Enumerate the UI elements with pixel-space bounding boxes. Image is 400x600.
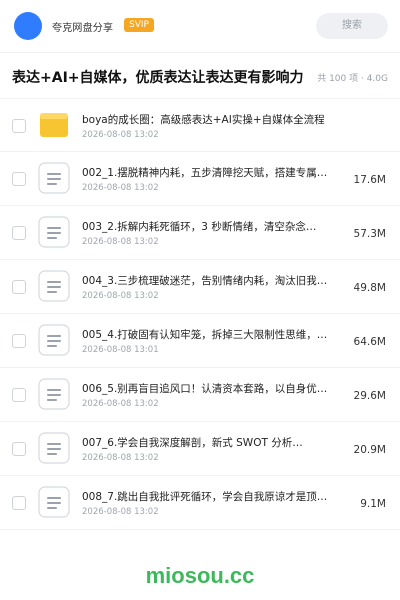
folder-icon — [38, 109, 70, 141]
share-title: 表达+AI+自媒体，优质表达让表达更有影响力 — [12, 70, 304, 86]
list-item[interactable]: 006_5.别再盲目追风口！认清资本套路，以自身优… 2026-08-08 13:… — [0, 368, 400, 422]
file-name[interactable]: 006_5.别再盲目追风口！认清资本套路，以自身优… — [82, 381, 340, 396]
list-item[interactable]: boya的成长圈：高级感表达+AI实操+自媒体全流程 2026-08-08 13:… — [0, 98, 400, 152]
svip-badge[interactable]: SVIP — [124, 18, 154, 32]
file-name[interactable]: boya的成长圈：高级感表达+AI实操+自媒体全流程 — [82, 112, 340, 127]
file-size: 57.3M — [353, 228, 386, 240]
file-size: 17.6M — [353, 174, 386, 186]
document-icon — [38, 378, 70, 410]
list-item[interactable]: 005_4.打破固有认知牢笼，拆掉三大限制性思维，… 2026-08-08 13:… — [0, 314, 400, 368]
file-name[interactable]: 007_6.学会自我深度解剖，新式 SWOT 分析… — [82, 435, 340, 450]
file-name[interactable]: 008_7.跳出自我批评死循环，学会自我原谅才是顶… — [82, 489, 340, 504]
row-checkbox[interactable] — [12, 280, 26, 294]
document-icon — [38, 162, 70, 194]
file-size: 20.9M — [353, 444, 386, 456]
document-icon — [38, 432, 70, 464]
file-date: 2026-08-08 13:02 — [82, 183, 159, 193]
list-item[interactable]: 004_3.三步梳理破迷茫，告别情绪内耗，淘汰旧我… 2026-08-08 13:… — [0, 260, 400, 314]
file-size: 64.6M — [353, 336, 386, 348]
share-header: 表达+AI+自媒体，优质表达让表达更有影响力 共 100 项 · 4.0G — [0, 52, 400, 98]
file-size: 9.1M — [360, 498, 386, 510]
file-date: 2026-08-08 13:02 — [82, 453, 159, 463]
document-icon — [38, 216, 70, 248]
row-checkbox[interactable] — [12, 496, 26, 510]
row-checkbox[interactable] — [12, 442, 26, 456]
document-icon — [38, 486, 70, 518]
file-size: 29.6M — [353, 390, 386, 402]
file-name[interactable]: 004_3.三步梳理破迷茫，告别情绪内耗，淘汰旧我… — [82, 273, 340, 288]
avatar[interactable] — [14, 12, 42, 40]
document-icon — [38, 324, 70, 356]
row-checkbox[interactable] — [12, 334, 26, 348]
file-list: boya的成长圈：高级感表达+AI实操+自媒体全流程 2026-08-08 13:… — [0, 98, 400, 530]
file-name[interactable]: 005_4.打破固有认知牢笼，拆掉三大限制性思维，… — [82, 327, 340, 342]
file-name[interactable]: 002_1.摆脱精神内耗，五步清障挖天赋，搭建专属… — [82, 165, 340, 180]
row-checkbox[interactable] — [12, 226, 26, 240]
search-input[interactable]: 搜索 — [316, 13, 388, 39]
top-bar: 夸克网盘分享 SVIP 搜索 — [0, 0, 400, 52]
file-date: 2026-08-08 13:02 — [82, 237, 159, 247]
row-checkbox[interactable] — [12, 388, 26, 402]
file-date: 2026-08-08 13:02 — [82, 130, 159, 140]
list-item[interactable]: 002_1.摆脱精神内耗，五步清障挖天赋，搭建专属… 2026-08-08 13:… — [0, 152, 400, 206]
file-date: 2026-08-08 13:02 — [82, 291, 159, 301]
share-meta: 共 100 项 · 4.0G — [317, 74, 388, 84]
document-icon — [38, 270, 70, 302]
file-date: 2026-08-08 13:02 — [82, 507, 159, 517]
list-item[interactable]: 007_6.学会自我深度解剖，新式 SWOT 分析… 2026-08-08 13:… — [0, 422, 400, 476]
file-name[interactable]: 003_2.拆解内耗死循环，3 秒断情绪，清空杂念… — [82, 219, 340, 234]
row-checkbox[interactable] — [12, 119, 26, 133]
watermark: miosou.cc — [145, 563, 255, 588]
row-checkbox[interactable] — [12, 172, 26, 186]
list-item[interactable]: 003_2.拆解内耗死循环，3 秒断情绪，清空杂念… 2026-08-08 13:… — [0, 206, 400, 260]
file-date: 2026-08-08 13:01 — [82, 345, 159, 355]
brand-name: 夸克网盘分享 — [52, 23, 114, 34]
file-date: 2026-08-08 13:02 — [82, 399, 159, 409]
file-size: 49.8M — [353, 282, 386, 294]
list-item[interactable]: 008_7.跳出自我批评死循环，学会自我原谅才是顶… 2026-08-08 13:… — [0, 476, 400, 530]
